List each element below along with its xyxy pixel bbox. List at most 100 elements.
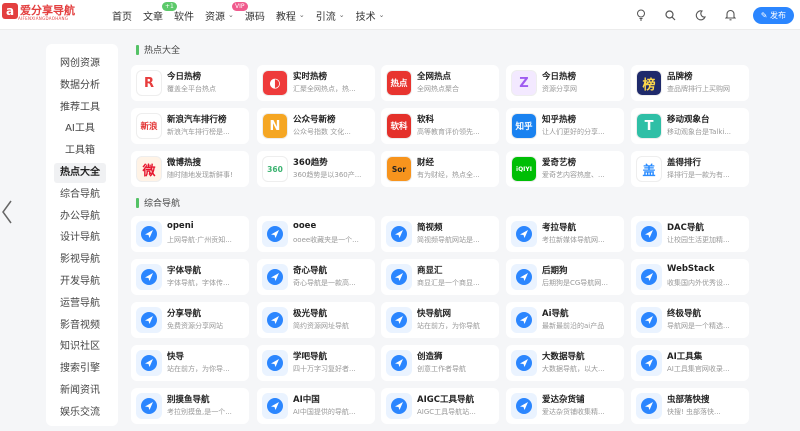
site-card[interactable]: 微微博热搜 随时随地发现新鲜事!: [131, 151, 249, 187]
site-card[interactable]: 知乎 知乎热榜 让人们更好的分享...: [506, 108, 624, 144]
site-card[interactable]: 360 360趋势 360趋势是以360产...: [257, 151, 375, 187]
card-title: 爱奇艺榜: [542, 158, 577, 168]
navigation-compass-icon: [262, 221, 288, 247]
site-card[interactable]: ◐ 实时热榜 汇聚全网热点，热...: [257, 65, 375, 101]
card-description: 上网导航·广州贡知...: [167, 236, 232, 244]
card-title: WebStack: [667, 264, 715, 274]
site-card[interactable]: 商显汇 商显汇是一个商显...: [381, 259, 499, 295]
chevron-down-icon: ⌄: [338, 11, 345, 19]
site-card[interactable]: iQIYI 爱奇艺榜 爱奇艺内容热度、...: [506, 151, 624, 187]
nav-item-0[interactable]: 首页: [112, 8, 132, 23]
card-title: 今日热榜: [167, 72, 202, 82]
nav-item-1[interactable]: 文章 +1: [143, 1, 177, 23]
site-card[interactable]: 分享导航 免费资源分享网站: [131, 302, 249, 338]
card-title: AI中国: [293, 395, 320, 405]
sidebar-item[interactable]: 热点大全: [54, 163, 106, 183]
sidebar-item[interactable]: 影视导航: [54, 250, 106, 270]
site-card[interactable]: 后期狗 后期狗是CG导航网...: [506, 259, 624, 295]
bell-icon[interactable]: [723, 7, 739, 23]
site-card[interactable]: 简视频 简视频导航网站是...: [381, 216, 499, 252]
sidebar-item[interactable]: 推荐工具: [54, 98, 106, 118]
sidebar-item[interactable]: 开发导航: [54, 272, 106, 292]
site-card[interactable]: 大数据导航 大数据导航，以大...: [506, 345, 624, 381]
card-description: 移动观象台是Talki...: [667, 128, 732, 136]
site-card[interactable]: 快导航网 站在前方，为你导航: [381, 302, 499, 338]
sidebar-item[interactable]: 新闻资讯: [54, 381, 106, 401]
site-card[interactable]: 终极导航 导航网是一个精选...: [631, 302, 749, 338]
lightbulb-icon[interactable]: [633, 7, 649, 23]
site-logo-icon: ◐: [262, 70, 288, 96]
sidebar-item[interactable]: 办公导航: [54, 207, 106, 227]
moon-icon[interactable]: [693, 7, 709, 23]
post-button[interactable]: ✎ 发布: [752, 6, 794, 24]
nav-item-5[interactable]: 教程 ⌄: [276, 8, 305, 23]
navigation-compass-icon: [136, 221, 162, 247]
card-title: 爱达杂货铺: [542, 395, 585, 405]
sidebar-item[interactable]: 数据分析: [54, 76, 106, 96]
site-card[interactable]: 别摸鱼导航 考拉别摸鱼,是一个...: [131, 388, 249, 424]
card-title: 考拉导航: [542, 223, 577, 233]
nav-item-4[interactable]: 源码: [245, 8, 265, 23]
nav-item-label: 源码: [244, 11, 265, 23]
site-card[interactable]: 学吧导航 四十万字习复好者...: [257, 345, 375, 381]
site-card[interactable]: WebStack 收集国内外优秀设...: [631, 259, 749, 295]
site-card[interactable]: Z 今日热榜 资源分享网: [506, 65, 624, 101]
sidebar-item[interactable]: 网创资源: [54, 54, 106, 74]
card-title: 移动观象台: [667, 115, 710, 125]
card-description: 随时随地发现新鲜事!: [167, 171, 233, 179]
sidebar-item[interactable]: 综合导航: [54, 185, 106, 205]
sidebar-item[interactable]: 知识社区: [54, 337, 106, 357]
site-card[interactable]: AIGC工具导航 AIGC工具导航站...: [381, 388, 499, 424]
card-title: Ai导航: [542, 309, 569, 319]
site-card[interactable]: 盖盖得排行 择排行是一款为有...: [631, 151, 749, 187]
card-title: 财经: [417, 158, 435, 168]
site-card[interactable]: 奇心导航 奇心导航是一款高...: [257, 259, 375, 295]
navigation-compass-icon: [511, 307, 537, 333]
site-card[interactable]: AI中国 AI中国提供的导航...: [257, 388, 375, 424]
section-title: 热点大全: [136, 43, 180, 56]
site-logo-icon: 榜: [636, 70, 662, 96]
sidebar-item[interactable]: 娱乐交流: [54, 403, 106, 423]
search-icon[interactable]: [663, 7, 679, 23]
navigation-compass-icon: [636, 350, 662, 376]
prev-arrow-icon[interactable]: [0, 198, 14, 226]
site-card[interactable]: 榜品牌榜 查品牌排行上买购网: [631, 65, 749, 101]
site-card[interactable]: 快导 站在前方，为你导...: [131, 345, 249, 381]
card-title: 虫部落快搜: [667, 395, 710, 405]
site-card[interactable]: N 公众号新榜 公众号指数 文化...: [257, 108, 375, 144]
site-card[interactable]: 极光导航 简约资源网址导航: [257, 302, 375, 338]
sidebar-item[interactable]: 搜索引擎: [54, 359, 106, 379]
site-card[interactable]: 软科 软科 高等教育评价领先...: [381, 108, 499, 144]
nav-item-6[interactable]: 引流 ⌄: [316, 8, 345, 23]
card-description: 爱达杂货铺收集精...: [542, 408, 605, 416]
card-description: 360趋势是以360产...: [293, 171, 362, 179]
nav-item-2[interactable]: 软件: [174, 8, 194, 23]
site-card[interactable]: DAC导航 让校园生活更加精...: [631, 216, 749, 252]
site-card[interactable]: 新浪 新浪汽车排行榜 新浪汽车排行榜是...: [131, 108, 249, 144]
nav-item-3[interactable]: 资源 ⌄ VIP: [205, 1, 248, 23]
site-card[interactable]: 字体导航 字体导航，字体传...: [131, 259, 249, 295]
site-card[interactable]: 考拉导航 考拉新媒体导航网...: [506, 216, 624, 252]
navigation-compass-icon: [262, 307, 288, 333]
site-card[interactable]: 创造狮 创意工作者导航: [381, 345, 499, 381]
site-card[interactable]: openi 上网导航·广州贡知...: [131, 216, 249, 252]
site-card[interactable]: ooee ooee收藏夹是一个...: [257, 216, 375, 252]
card-title: 微博热搜: [167, 158, 202, 168]
nav-item-7[interactable]: 技术 ⌄: [356, 8, 385, 23]
site-card[interactable]: 虫部落快搜 快搜! 虫部落快...: [631, 388, 749, 424]
chevron-down-icon: ⌄: [298, 11, 305, 19]
sidebar-item[interactable]: 工具箱: [54, 141, 106, 161]
navigation-compass-icon: [636, 264, 662, 290]
site-card[interactable]: Sor 财经 有为财经，热点全...: [381, 151, 499, 187]
site-card[interactable]: Ai导航 最新最前沿的ai产品: [506, 302, 624, 338]
site-card[interactable]: 爱达杂货铺爱达杂货铺收集精...: [506, 388, 624, 424]
sidebar-item[interactable]: 运营导航: [54, 294, 106, 314]
site-card[interactable]: 热点 全网热点 全网热点聚合: [381, 65, 499, 101]
sidebar-item[interactable]: AI工具: [54, 119, 106, 139]
site-card[interactable]: AI工具集 AI工具集官网收录...: [631, 345, 749, 381]
navigation-compass-icon: [636, 221, 662, 247]
sidebar-item[interactable]: 设计导航: [54, 228, 106, 248]
sidebar-item[interactable]: 影音视频: [54, 316, 106, 336]
site-card[interactable]: R 今日热榜 覆盖全平台热点: [131, 65, 249, 101]
site-card[interactable]: T 移动观象台 移动观象台是Talki...: [631, 108, 749, 144]
